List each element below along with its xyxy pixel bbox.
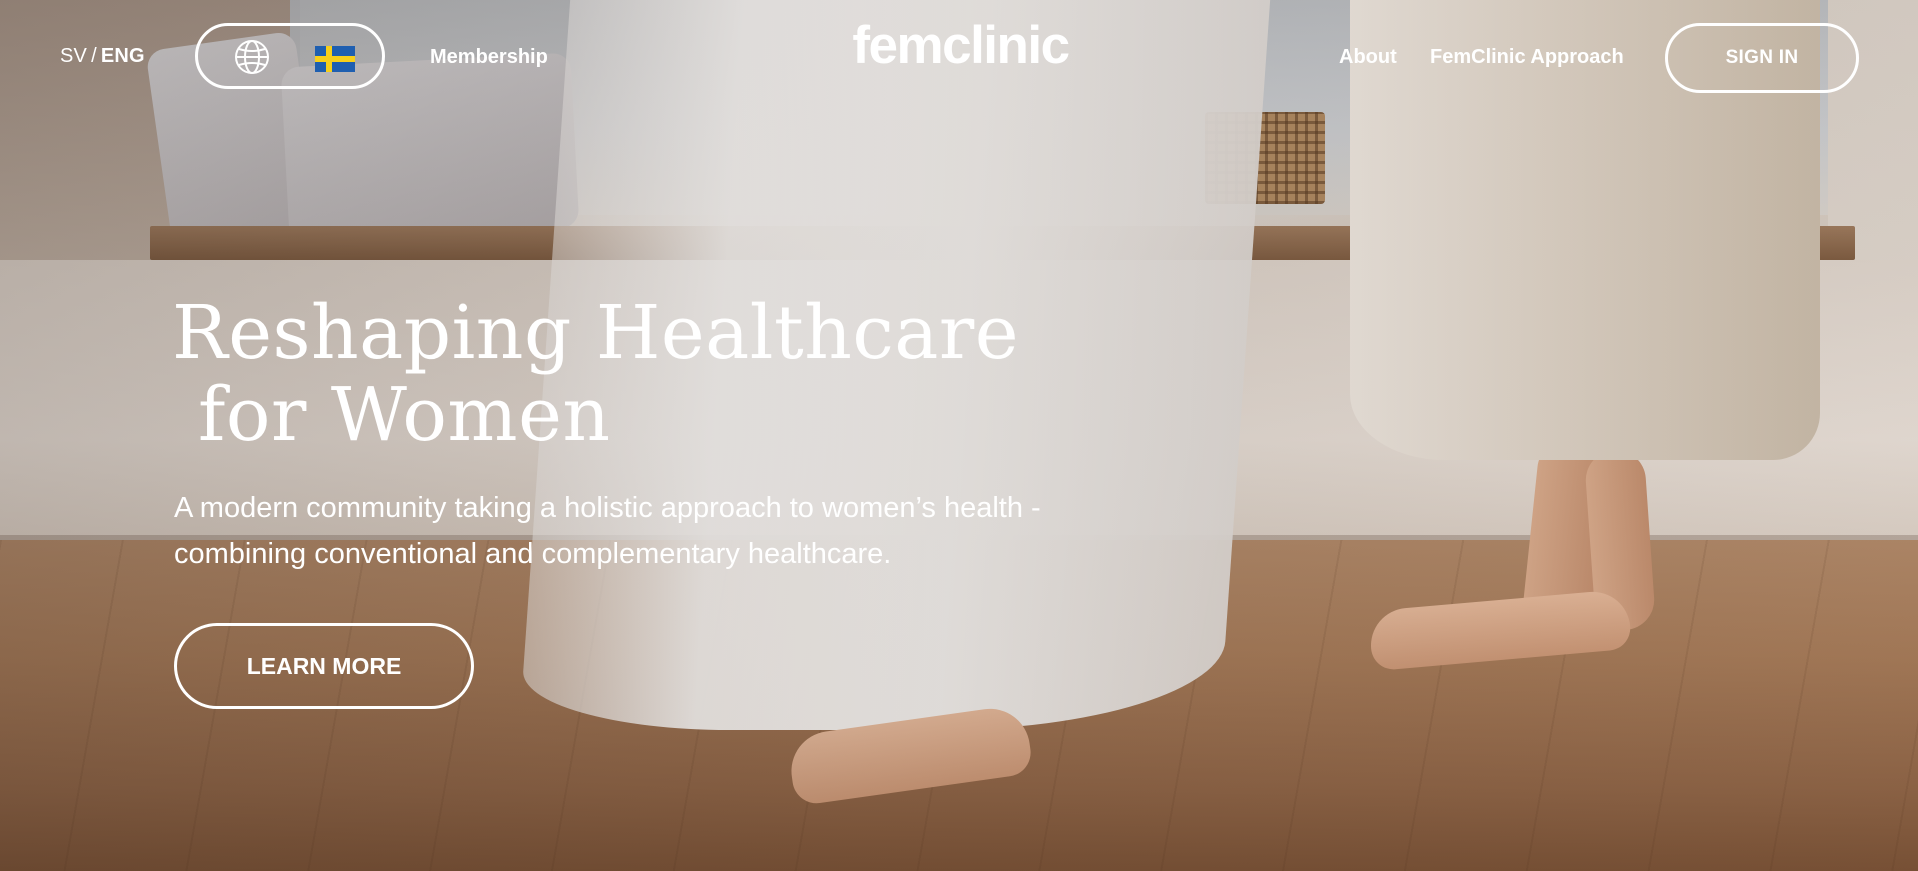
- nav-approach-link[interactable]: FemClinic Approach: [1430, 46, 1624, 69]
- hero-subtitle: A modern community taking a holistic app…: [174, 492, 1041, 570]
- language-sv-link[interactable]: SV: [60, 45, 87, 67]
- nav-membership-link[interactable]: Membership: [430, 46, 548, 69]
- hero-headline: Reshaping Healthcare for Women: [172, 292, 1019, 456]
- language-switcher: SV / ENG: [60, 45, 145, 68]
- learn-more-button[interactable]: LEARN MORE: [174, 623, 474, 709]
- sweden-flag-icon: [315, 46, 355, 72]
- hero-headline-line1: Reshaping Healthcare: [172, 290, 1020, 376]
- hero-section: SV / ENG Membership femclinic About FemCli…: [0, 0, 1918, 871]
- language-eng-link[interactable]: ENG: [101, 45, 145, 67]
- globe-icon: [235, 40, 269, 74]
- locale-selector-button[interactable]: [195, 23, 385, 89]
- sign-in-button[interactable]: SIGN IN: [1665, 23, 1859, 93]
- hero-headline-line2: for Women: [198, 372, 611, 458]
- nav-about-link[interactable]: About: [1339, 46, 1397, 69]
- language-separator: /: [91, 45, 97, 67]
- femclinic-logo[interactable]: femclinic: [838, 14, 1083, 78]
